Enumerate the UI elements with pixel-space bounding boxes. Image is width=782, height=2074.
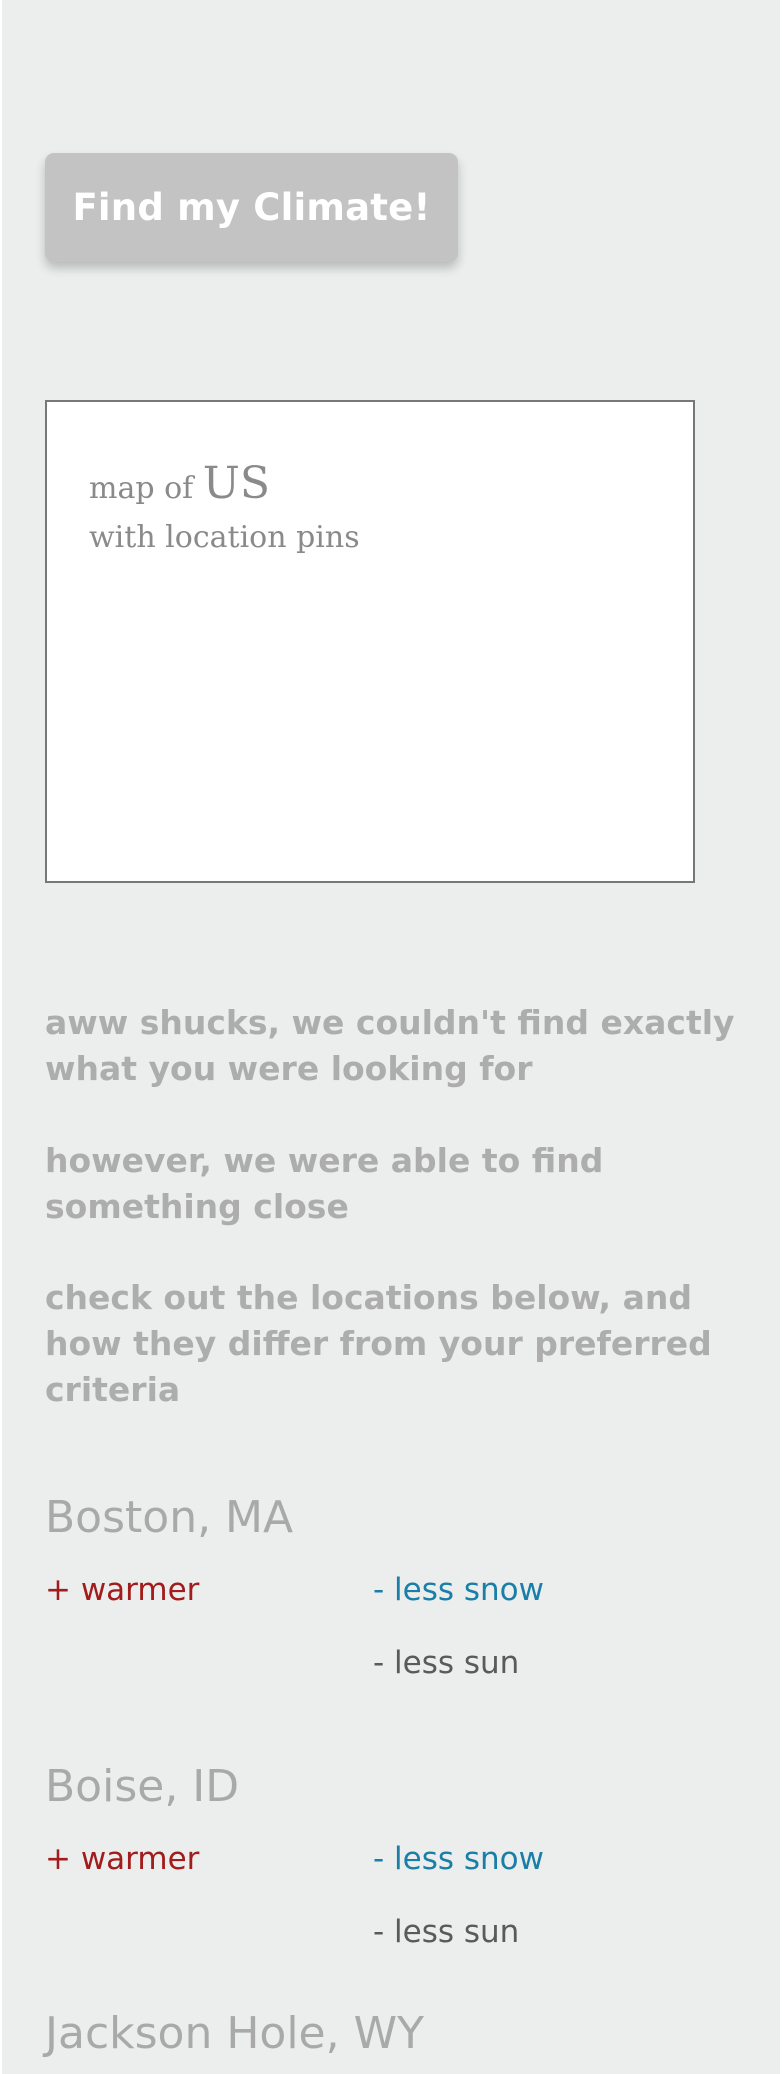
- result-city-name[interactable]: Boise, ID: [45, 1761, 239, 1813]
- map-caption-emphasis: US: [202, 458, 271, 509]
- map-caption-prefix: map of: [89, 471, 194, 506]
- compare-instructions-message: check out the locations below, and how t…: [45, 1278, 712, 1409]
- result-snow-diff: - less snow: [373, 1572, 544, 1608]
- no-exact-match-message: aww shucks, we couldn't find exactly wha…: [45, 1003, 735, 1088]
- result-city-name[interactable]: Jackson Hole, WY: [45, 2008, 424, 2060]
- result-sun-diff: - less sun: [373, 1914, 520, 1950]
- climate-panel: Find my Climate! map of US with location…: [2, 0, 780, 2074]
- map-caption-line-2: with location pins: [89, 520, 360, 555]
- app-root: Find my Climate! map of US with location…: [0, 0, 782, 2074]
- result-snow-diff: - less snow: [373, 1841, 544, 1877]
- close-match-message: however, we were able to find something …: [45, 1141, 604, 1226]
- result-city-name[interactable]: Boston, MA: [45, 1492, 293, 1544]
- result-warmer-diff: + warmer: [45, 1841, 200, 1877]
- result-warmer-diff: + warmer: [45, 1572, 200, 1608]
- us-map-placeholder[interactable]: map of US with location pins: [45, 400, 695, 883]
- find-my-climate-button[interactable]: Find my Climate!: [45, 153, 458, 262]
- result-sun-diff: - less sun: [373, 1645, 520, 1681]
- map-caption-line-1: map of US: [89, 458, 270, 509]
